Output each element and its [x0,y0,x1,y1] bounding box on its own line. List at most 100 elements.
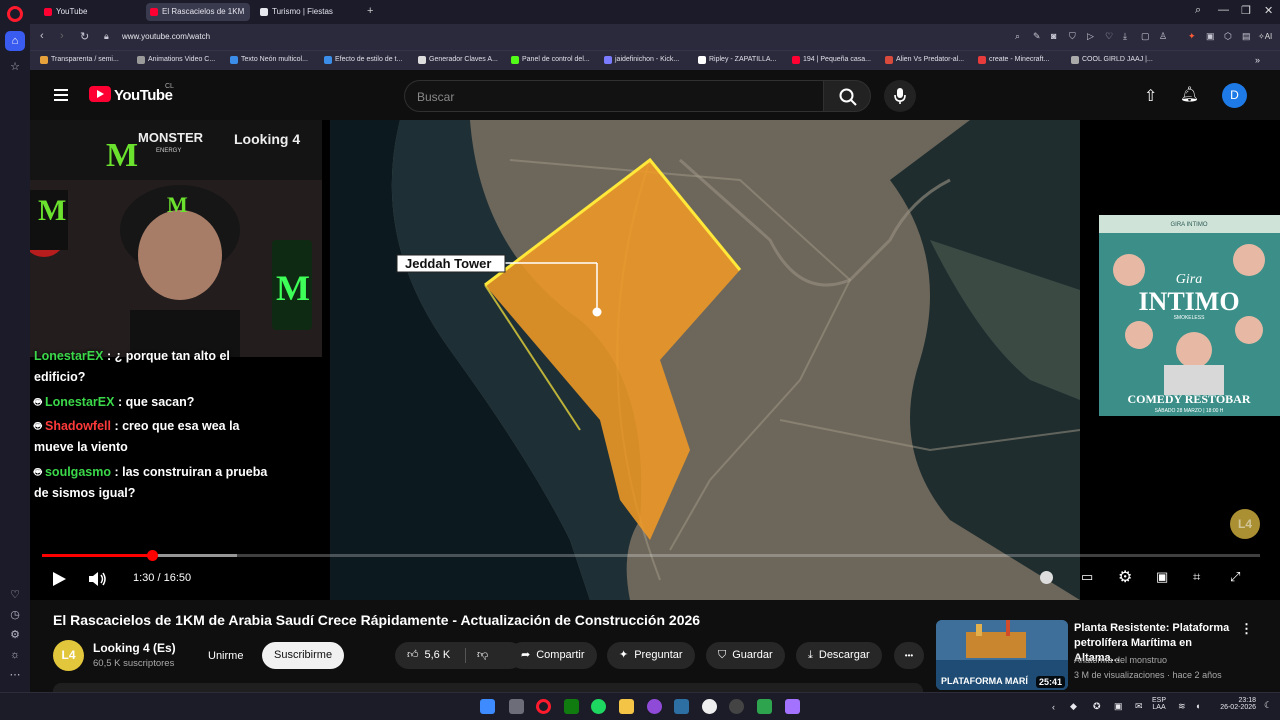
app4-icon[interactable] [785,699,800,714]
upload-icon[interactable]: ⇧ [1144,86,1157,106]
play-button[interactable] [52,572,66,586]
more-icon[interactable]: ⋯ [8,668,22,682]
xbox-icon[interactable] [564,699,579,714]
search-page-icon[interactable]: ⌕ [1015,31,1020,42]
bookmark-item[interactable]: Transparenta / semi... [40,56,119,64]
notifications-icon[interactable]: ☾ [1264,700,1272,711]
bulb-icon[interactable]: ☼ [8,648,22,662]
volume-icon[interactable] [89,571,107,587]
camera-icon[interactable]: ◙ [1051,31,1056,41]
clock[interactable]: 23:18 26-02-2026 [1212,697,1256,711]
fullscreen-icon[interactable]: ⤢ [1230,569,1240,585]
tray-overflow-icon[interactable]: ‹ [1052,702,1055,712]
search-tabs-icon[interactable]: ⌕ [1195,4,1201,17]
tray-app4-icon[interactable]: ✉ [1135,701,1143,712]
search-input[interactable]: Buscar [404,80,824,112]
back-icon[interactable]: ‹ [40,30,44,42]
sidebar-toggle-icon[interactable]: ▤ [1242,31,1251,42]
speaker-icon[interactable]: ◖ [1195,701,1200,711]
search-button[interactable] [823,80,871,112]
cast-icon[interactable]: ⌗ [1193,569,1200,585]
bookmark-item[interactable]: jaidefinichon - Kick... [604,56,679,64]
voice-search-button[interactable] [884,80,916,112]
like-count[interactable]: 5,6 K [425,649,451,661]
bookmark-item[interactable]: create - Minecraft... [978,56,1049,64]
forward-icon[interactable]: › [60,30,64,42]
app-icon[interactable] [647,699,662,714]
tab-turismo[interactable]: Turismo | Fiestas [256,3,361,21]
notifications-bell-icon[interactable]: 🔔︎ [1180,85,1199,103]
youtube-logo-text[interactable]: YouTube [114,87,173,104]
heart-icon[interactable]: ♡ [8,588,22,602]
tray-app3-icon[interactable]: ▣ [1114,701,1123,712]
spotify-icon[interactable] [591,699,606,714]
settings-gear-icon[interactable]: ⚙ [1118,567,1132,587]
windows-start-icon[interactable] [480,699,495,714]
youtube-logo-icon[interactable] [89,86,111,102]
bookmark-item[interactable]: Animations Video C... [137,56,215,64]
shield-icon[interactable]: ⛉ [1069,31,1076,42]
ask-button[interactable]: ✦ Preguntar [607,642,695,669]
steam-icon[interactable] [674,699,689,714]
tray-app2-icon[interactable]: ✪ [1093,701,1101,712]
close-window-button[interactable]: ✕ [1264,4,1273,17]
tab-video[interactable]: El Rascacielos de 1KM [146,3,250,21]
settings-icon[interactable]: ⚙ [8,628,22,642]
thumbs-down-icon[interactable]: 👎︎ [477,642,488,669]
scrubber-handle[interactable] [146,550,158,561]
channel-name[interactable]: Looking 4 (Es) [93,641,176,655]
pinboard-icon[interactable]: ☆ [8,60,22,74]
extension3-icon[interactable]: ⬡ [1224,31,1232,42]
app2-icon[interactable] [729,699,744,714]
edit-icon[interactable]: ✎ [1033,31,1041,42]
minimize-button[interactable]: — [1218,4,1229,16]
bookmark-item[interactable]: Texto Neón multicol... [230,56,308,64]
subtitles-icon[interactable]: ▭ [1081,569,1093,585]
more-actions-button[interactable]: ••• [894,642,924,669]
task-view-icon[interactable] [509,699,524,714]
ai-button[interactable]: ✧AI [1258,32,1272,41]
tray-app-icon[interactable]: ◆ [1070,701,1077,712]
extension2-icon[interactable]: ▣ [1206,31,1215,42]
opera-taskbar-icon[interactable] [536,699,551,714]
chrome-icon[interactable] [702,699,717,714]
join-button[interactable]: Unirme [195,642,256,669]
play-icon[interactable]: ▷ [1087,31,1094,42]
description-box[interactable] [53,683,923,692]
app3-icon[interactable] [757,699,772,714]
bookmarks-overflow-icon[interactable]: » [1255,55,1260,65]
extension-icon[interactable]: ✦ [1188,31,1196,42]
bookmark-item[interactable]: Ripley - ZAPATILLA... [698,56,776,64]
bookmark-item[interactable]: 194 | Pequeña casa... [792,56,871,64]
bookmark-item[interactable]: Efecto de estilo de t... [324,56,402,64]
language-indicator[interactable]: ESP LAA [1152,697,1166,711]
share-button[interactable]: ➦ Compartir [509,642,597,669]
download-icon[interactable]: ⤓ [1123,31,1127,42]
bookmark-item[interactable]: Generador Claves A... [418,56,498,64]
bookmark-item[interactable]: Alien Vs Predator-al... [885,56,964,64]
tab-youtube[interactable]: YouTube [40,3,145,21]
download-button[interactable]: ⤓ Descargar [796,642,882,669]
bookmark-icon[interactable]: ♡ [1105,31,1113,42]
file-explorer-icon[interactable] [619,699,634,714]
save-button[interactable]: ⛉ Guardar [706,642,785,669]
menu-icon[interactable] [54,89,68,101]
url-field[interactable]: www.youtube.com/watch [122,32,210,41]
miniplayer-icon[interactable]: ▣ [1156,569,1168,585]
history-icon[interactable]: ◷ [8,608,22,622]
channel-avatar[interactable]: L4 [53,640,84,671]
bookmark-item[interactable]: COOL GIRLD JAAJ |... [1071,56,1153,64]
thumbs-up-icon[interactable]: 👍︎ [407,649,419,661]
wallet-icon[interactable]: ▢ [1141,31,1150,42]
kebab-menu-icon[interactable]: ⋮ [1240,621,1253,637]
bookmark-item[interactable]: Panel de control del... [511,56,590,64]
channel-watermark[interactable]: L4 [1230,509,1260,539]
account-avatar[interactable]: D [1222,83,1247,108]
recommended-channel[interactable]: Anatomía del monstruo [1074,655,1167,665]
autoplay-toggle[interactable] [1040,571,1053,584]
restore-button[interactable]: ❐ [1241,4,1251,17]
reload-icon[interactable]: ↻ [80,30,89,43]
subscribe-button[interactable]: Suscribirme [262,642,345,669]
video-player[interactable]: Jeddah Tower M MONSTER ENERGY Looking 4 … [30,120,1280,600]
wifi-icon[interactable]: ≋ [1178,701,1186,712]
